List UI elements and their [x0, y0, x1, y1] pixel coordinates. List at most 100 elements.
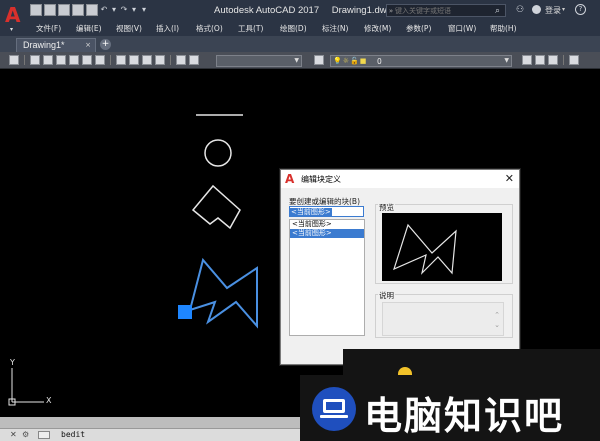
view-manager-icon[interactable] — [189, 55, 199, 65]
preview-svg — [393, 223, 457, 275]
iso-nw-icon[interactable] — [155, 55, 165, 65]
circle-shape[interactable] — [204, 139, 232, 167]
preview-label: 预览 — [378, 202, 395, 213]
menu-format[interactable]: 格式(O) — [196, 22, 238, 35]
search-box[interactable]: » ⌕ — [386, 4, 506, 17]
login-dropdown-icon[interactable]: ▾ — [562, 6, 565, 13]
undo-dropdown-icon[interactable]: ▾ — [110, 4, 118, 16]
layer-properties-icon[interactable] — [314, 55, 324, 65]
selected-block-outline[interactable] — [188, 257, 258, 329]
menu-file[interactable]: 文件(F) — [36, 22, 76, 35]
toolbar-divider — [24, 55, 25, 65]
toolbar-divider — [563, 55, 564, 65]
view-back-icon[interactable] — [95, 55, 105, 65]
watermark-text: 电脑知识吧 — [364, 394, 565, 438]
undo-icon[interactable]: ↶ — [100, 4, 108, 16]
block-preview — [382, 213, 502, 281]
new-tab-button[interactable]: + — [100, 39, 111, 50]
tab-label: Drawing1* — [23, 40, 65, 50]
block-name-input[interactable]: <当前图形> — [289, 206, 364, 217]
block-list-item[interactable]: <当前图形> — [290, 220, 364, 229]
menu-view[interactable]: 视图(V) — [116, 22, 156, 35]
autocad-logo-icon: A — [5, 3, 21, 27]
command-line[interactable]: ✕ ⚙ bedit — [0, 428, 305, 441]
toolbar-divider — [170, 55, 171, 65]
current-layer-name: 0 — [377, 57, 382, 66]
view-front-icon[interactable] — [82, 55, 92, 65]
menu-tools[interactable]: 工具(T) — [238, 22, 280, 35]
new-file-icon[interactable] — [30, 4, 42, 16]
edit-block-definition-dialog: A 编辑块定义 ✕ 要创建或编辑的块(B) <当前图形> <当前图形> <当前图… — [280, 169, 520, 365]
dialog-titlebar[interactable]: A 编辑块定义 ✕ — [281, 170, 519, 188]
camera-icon[interactable] — [176, 55, 186, 65]
redo-icon[interactable]: ↷ — [120, 4, 128, 16]
file-tab-bar: Drawing1* × + — [0, 36, 600, 52]
view-right-icon[interactable] — [69, 55, 79, 65]
model-layout-strip — [0, 417, 305, 428]
iso-sw-icon[interactable] — [116, 55, 126, 65]
customize-command-icon[interactable]: ⚙ — [22, 430, 29, 439]
scroll-arrows-icon[interactable]: ⌃ ⌄ — [494, 310, 500, 330]
layer-previous-icon[interactable] — [535, 55, 545, 65]
help-icon[interactable]: ? — [575, 4, 586, 15]
close-command-icon[interactable]: ✕ — [10, 430, 17, 439]
watermark-banner-top — [343, 349, 600, 375]
layer-states-icon[interactable] — [548, 55, 558, 65]
binoculars-icon[interactable]: ⚇ — [516, 5, 524, 15]
watermark-banner: 电脑知识吧 — [300, 375, 600, 441]
ucs-x-label: X — [46, 396, 52, 405]
search-icon[interactable]: ⌕ — [495, 6, 505, 16]
menu-insert[interactable]: 插入(I) — [156, 22, 196, 35]
color-control-icon[interactable] — [569, 55, 579, 65]
block-name-value: <当前图形> — [290, 208, 332, 216]
close-dialog-button[interactable]: ✕ — [505, 172, 514, 185]
tab-drawing1[interactable]: Drawing1* × — [16, 38, 96, 52]
iso-se-icon[interactable] — [129, 55, 139, 65]
dialog-title: 编辑块定义 — [301, 175, 341, 184]
description-field[interactable]: ⌃ ⌄ — [382, 302, 504, 336]
close-tab-icon[interactable]: × — [85, 41, 91, 49]
workspace-icon[interactable] — [9, 55, 19, 65]
redo-dropdown-icon[interactable]: ▾ — [130, 4, 138, 16]
print-icon[interactable] — [86, 4, 98, 16]
named-view-dropdown[interactable]: ▼ — [216, 55, 302, 67]
toolbar-divider — [110, 55, 111, 65]
app-menu-caret-icon: ▾ — [10, 26, 14, 33]
arrow-polygon-shape[interactable] — [191, 184, 241, 230]
menu-dimension[interactable]: 标注(N) — [322, 22, 364, 35]
watermark-sun-icon — [398, 367, 412, 375]
chevron-down-icon: ▼ — [294, 57, 299, 64]
save-icon[interactable] — [58, 4, 70, 16]
layer-dropdown[interactable]: 💡☼🔓■ 0 ▼ — [330, 55, 512, 67]
ucs-y-label: Y — [10, 358, 15, 367]
standard-toolbar: ▼ 💡☼🔓■ 0 ▼ — [0, 52, 600, 69]
menu-draw[interactable]: 绘图(D) — [280, 22, 322, 35]
iso-ne-icon[interactable] — [142, 55, 152, 65]
menu-window[interactable]: 窗口(W) — [448, 22, 490, 35]
preview-block-shape — [393, 223, 457, 275]
block-list[interactable]: <当前图形> <当前图形> — [289, 219, 365, 336]
block-grip-handle[interactable] — [178, 305, 192, 319]
save-as-icon[interactable] — [72, 4, 84, 16]
menu-edit[interactable]: 编辑(E) — [76, 22, 116, 35]
view-left-icon[interactable] — [56, 55, 66, 65]
user-icon[interactable] — [532, 5, 541, 14]
search-chevron-icon: » — [388, 6, 394, 15]
open-file-icon[interactable] — [44, 4, 56, 16]
login-link[interactable]: 登录 — [545, 5, 561, 16]
menu-modify[interactable]: 修改(M) — [364, 22, 406, 35]
laptop-badge-icon — [312, 387, 356, 431]
view-top-icon[interactable] — [30, 55, 40, 65]
block-list-item[interactable]: <当前图形> — [290, 229, 364, 238]
make-current-layer-icon[interactable] — [522, 55, 532, 65]
menu-help[interactable]: 帮助(H) — [490, 22, 530, 35]
command-input[interactable]: bedit — [61, 430, 85, 439]
title-bar: ↶ ▾ ↷ ▾ ▾ Autodesk AutoCAD 2017 Drawing1… — [0, 0, 600, 21]
app-menu-button[interactable]: A ▾ — [2, 2, 26, 33]
view-bottom-icon[interactable] — [43, 55, 53, 65]
command-prompt-icon — [38, 431, 50, 439]
menu-parametric[interactable]: 参数(P) — [406, 22, 448, 35]
customize-qat-icon[interactable]: ▾ — [140, 4, 148, 16]
laptop-screen-icon — [323, 399, 345, 413]
search-input[interactable] — [395, 5, 495, 16]
